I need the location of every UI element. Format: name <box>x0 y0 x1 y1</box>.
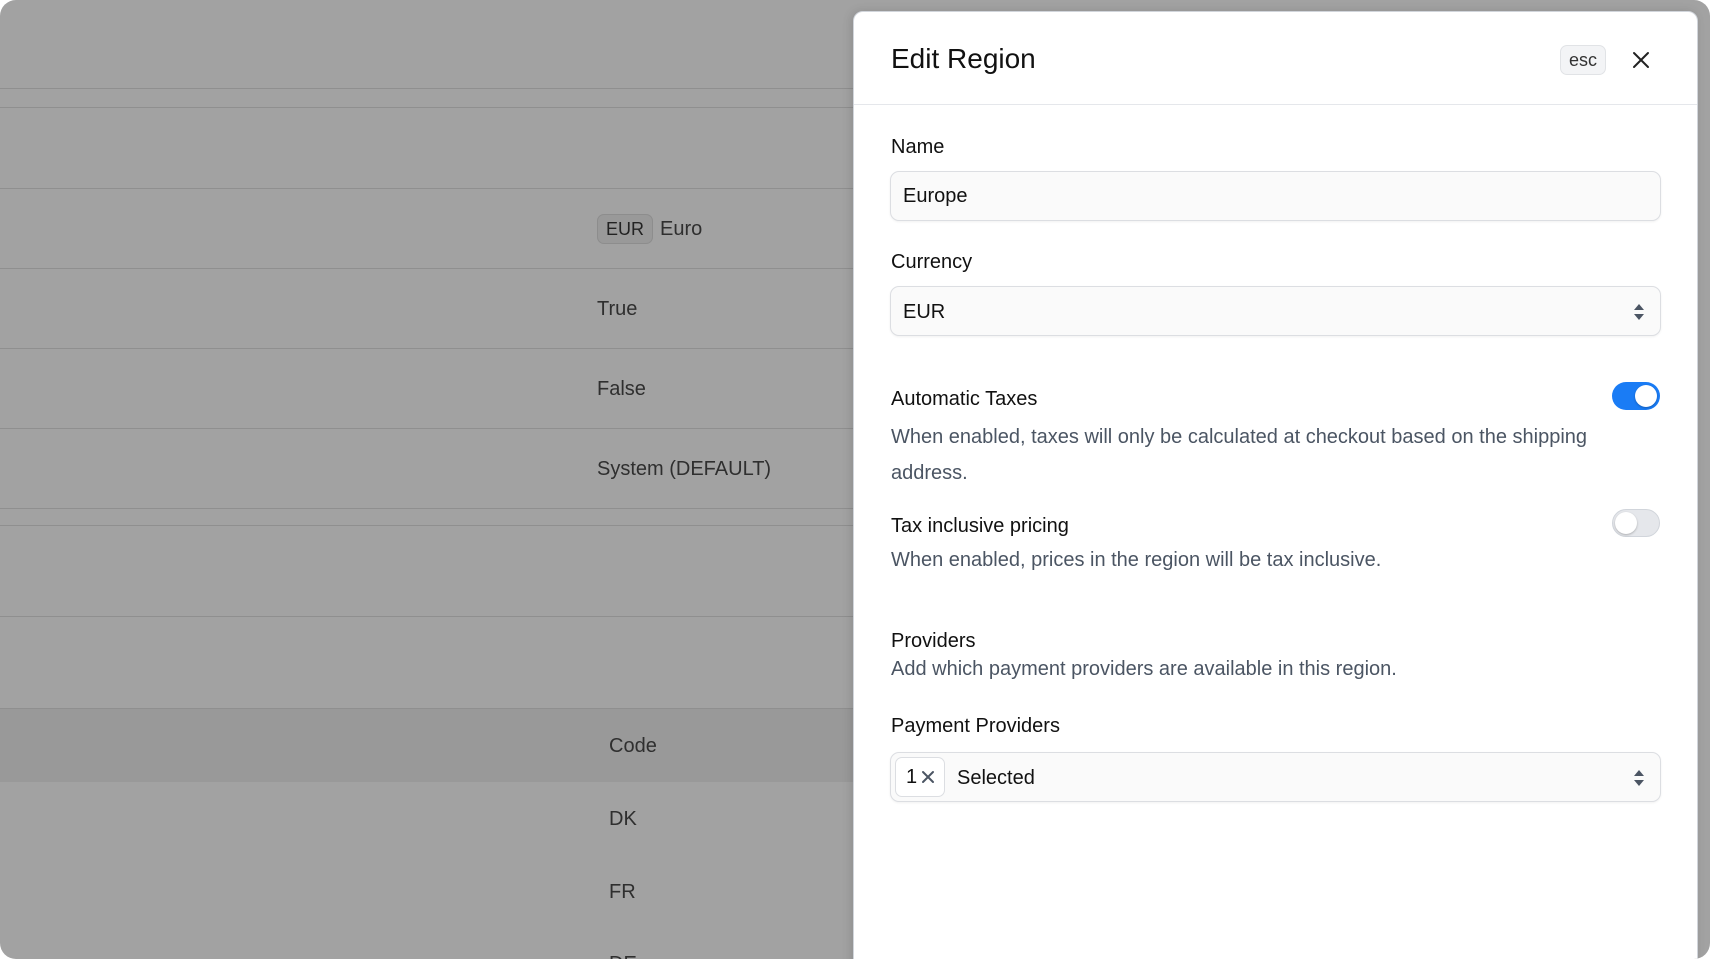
divider <box>0 348 853 349</box>
tax-inclusive-label: Tax inclusive pricing <box>891 515 1069 537</box>
automatic-taxes-label: Automatic Taxes <box>891 388 1038 410</box>
toggle-knob <box>1635 385 1657 407</box>
table-header <box>0 709 853 782</box>
automatic-taxes-hint: When enabled, taxes will only be calcula… <box>891 426 1588 484</box>
table-cell-code: DK <box>609 808 637 830</box>
divider <box>0 428 853 429</box>
divider <box>0 525 853 526</box>
close-button[interactable] <box>1626 45 1656 75</box>
providers-hint: Add which payment providers are availabl… <box>891 658 1397 680</box>
page-background: EUR Euro True False System (DEFAULT) Cod… <box>0 0 1710 959</box>
chevron-up-down-icon <box>1634 304 1644 320</box>
selected-count: 1 <box>906 765 918 788</box>
drawer-header: Edit Region esc <box>854 12 1697 105</box>
selected-count-chip[interactable]: 1 <box>895 757 946 797</box>
divider <box>0 88 853 89</box>
name-input[interactable] <box>891 172 1660 220</box>
tax-inclusive-toggle[interactable] <box>1612 509 1660 537</box>
close-icon <box>1633 52 1649 68</box>
divider <box>0 616 853 617</box>
table-header-code: Code <box>609 735 657 757</box>
divider <box>0 508 853 509</box>
currency-select[interactable]: EUR <box>890 286 1661 336</box>
tax-inclusive-hint: When enabled, prices in the region will … <box>891 549 1382 571</box>
table-cell-code: DE <box>609 952 637 959</box>
divider <box>0 107 853 108</box>
name-label: Name <box>891 136 945 158</box>
edit-region-drawer: Edit Region esc Name Currency EUR Automa… <box>853 11 1698 959</box>
tax-inclusive-value: False <box>597 378 646 400</box>
currency-code-badge: EUR <box>597 214 654 244</box>
payment-providers-select[interactable]: 1 Selected <box>890 752 1661 802</box>
x-icon[interactable] <box>921 770 935 784</box>
table-cell-code: FR <box>609 881 636 903</box>
providers-heading: Providers <box>891 630 976 652</box>
automatic-taxes-toggle[interactable] <box>1612 382 1660 410</box>
payment-providers-label: Payment Providers <box>891 715 1060 737</box>
currency-name: Euro <box>660 218 703 240</box>
toggle-knob <box>1615 512 1637 534</box>
chevron-up-down-icon <box>1634 770 1644 786</box>
tax-provider-value: System (DEFAULT) <box>597 458 772 480</box>
currency-select-value: EUR <box>903 301 946 323</box>
divider <box>0 268 853 269</box>
divider <box>0 188 853 189</box>
currency-label: Currency <box>891 251 973 273</box>
drawer-title: Edit Region <box>891 43 1036 74</box>
esc-shortcut-badge: esc <box>1560 45 1607 75</box>
automatic-taxes-value: True <box>597 298 638 320</box>
name-field[interactable] <box>890 171 1661 221</box>
payment-providers-value: Selected <box>957 767 1035 789</box>
